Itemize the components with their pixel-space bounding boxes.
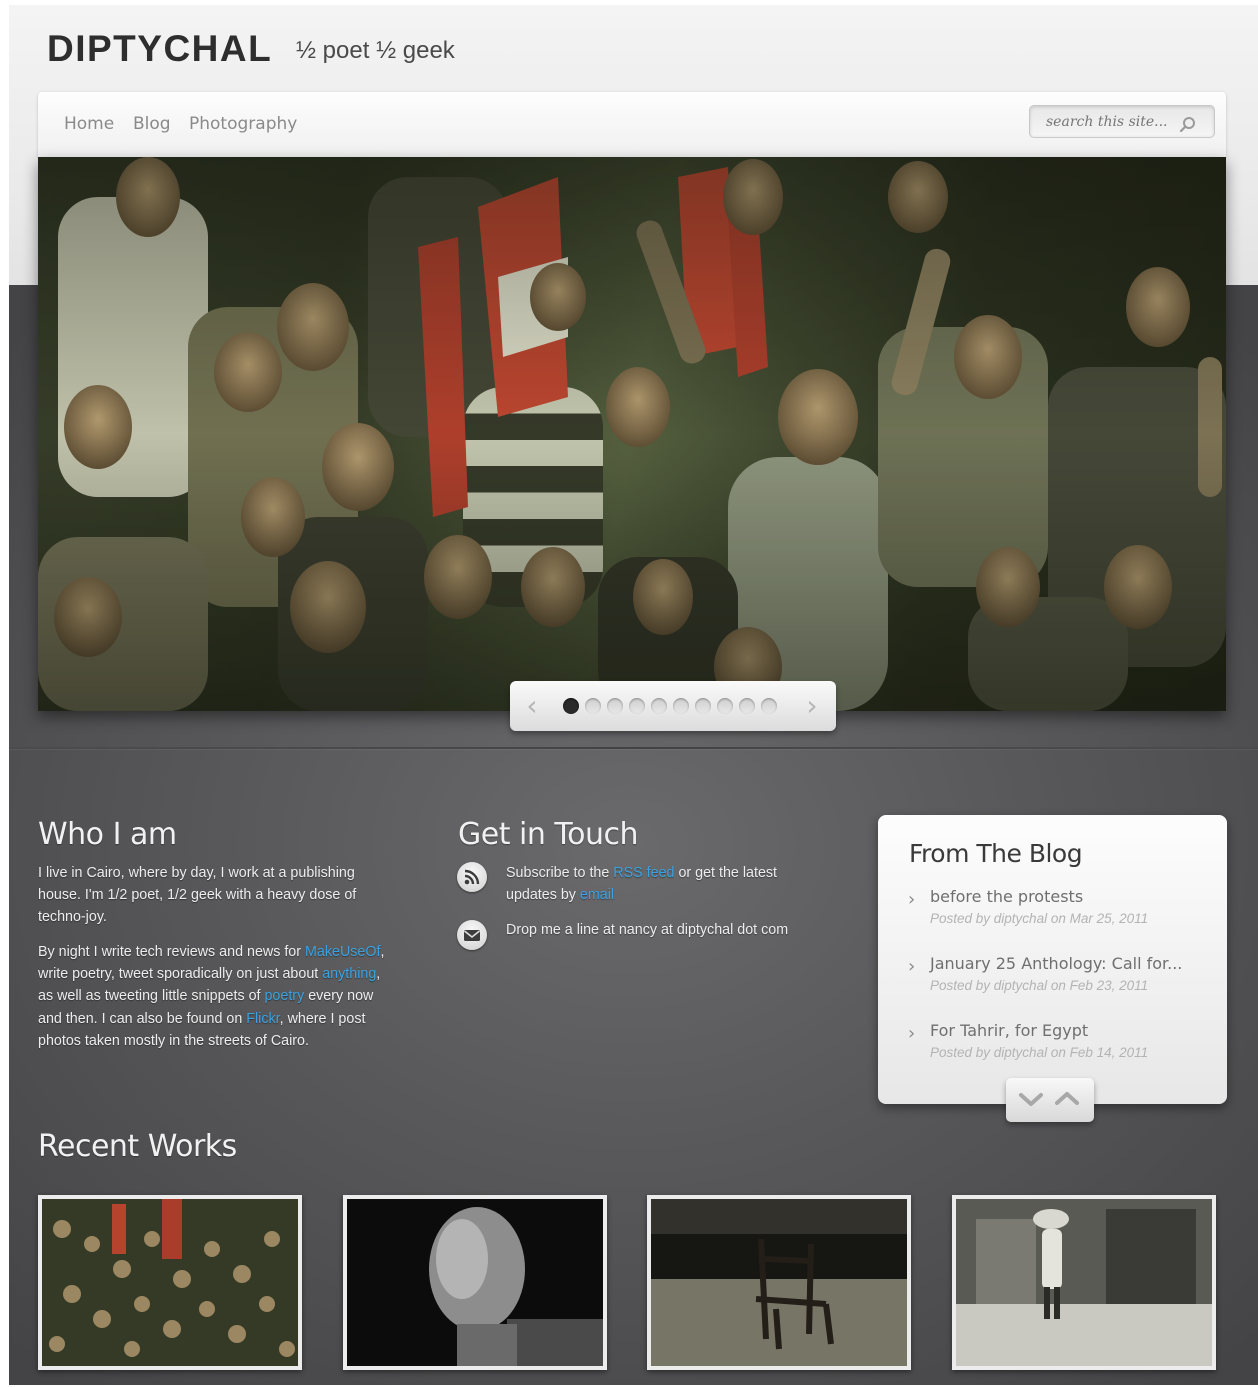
slider-dot[interactable] <box>563 698 579 714</box>
recent-work-thumb-chair[interactable] <box>647 1195 911 1370</box>
blog-item[interactable]: › before the protests Posted by diptycha… <box>908 887 1208 935</box>
recent-work-thumb-street[interactable] <box>952 1195 1216 1370</box>
site-logo[interactable]: DIPTYCHAL <box>47 27 272 71</box>
email-icon[interactable] <box>457 920 487 950</box>
crowd-photo-icon <box>42 1199 298 1366</box>
who-paragraph-2: By night I write tech reviews and news f… <box>38 941 388 1052</box>
blog-heading: From The Blog <box>909 839 1083 868</box>
slider-dot[interactable] <box>585 698 601 714</box>
blog-item-meta: Posted by diptychal on Mar 25, 2011 <box>930 911 1149 926</box>
who-heading: Who I am <box>38 817 177 852</box>
blog-item-meta: Posted by diptychal on Feb 14, 2011 <box>930 1045 1149 1060</box>
slider-dot[interactable] <box>629 698 645 714</box>
contact-heading: Get in Touch <box>458 817 639 852</box>
blog-item-title[interactable]: before the protests <box>930 887 1083 907</box>
page: DIPTYCHAL ½ poet ½ geek Home Blog Photog… <box>9 5 1258 1385</box>
slider-dot[interactable] <box>673 698 689 714</box>
who-paragraph-1: I live in Cairo, where by day, I work at… <box>38 865 357 926</box>
blog-pager <box>1006 1078 1094 1122</box>
slider-dot[interactable] <box>695 698 711 714</box>
site-tagline: ½ poet ½ geek <box>296 37 455 64</box>
chevron-up-icon[interactable] <box>1052 1087 1082 1111</box>
who-paragraph-2-link[interactable]: anything <box>322 966 376 982</box>
rss-subscribe-text: Subscribe to the RSS feed or get the lat… <box>506 862 796 906</box>
blog-card: From The Blog › before the protests Post… <box>878 815 1227 1122</box>
hero-divider <box>9 747 1258 749</box>
street-photo-icon <box>956 1199 1212 1366</box>
who-paragraph-2-link[interactable]: Flickr <box>246 1011 279 1027</box>
portrait-photo-icon <box>347 1199 603 1366</box>
nav-bar: Home Blog Photography <box>38 92 1226 157</box>
rss-link[interactable]: RSS feed <box>613 865 674 881</box>
chevron-right-icon: › <box>908 956 916 977</box>
recent-works-heading: Recent Works <box>38 1129 237 1164</box>
nav-item-photography[interactable]: Photography <box>189 114 297 134</box>
blog-item[interactable]: › For Tahrir, for Egypt Posted by diptyc… <box>908 1021 1208 1069</box>
who-paragraph-2-text: By night I write tech reviews and news f… <box>38 944 305 960</box>
chair-photo-icon <box>651 1199 907 1366</box>
slider-prev-chevron-left-icon[interactable]: ‹ <box>520 692 544 720</box>
who-paragraph-2-link[interactable]: poetry <box>264 988 304 1004</box>
slider-dot[interactable] <box>651 698 667 714</box>
rss-icon[interactable] <box>457 862 487 892</box>
slider-dot[interactable] <box>717 698 733 714</box>
nav-item-blog[interactable]: Blog <box>133 114 171 134</box>
slider-dot[interactable] <box>607 698 623 714</box>
chevron-right-icon: › <box>908 1023 916 1044</box>
chevron-down-icon[interactable] <box>1016 1087 1046 1111</box>
search-icon[interactable] <box>1177 114 1199 136</box>
who-paragraph-2-link[interactable]: MakeUseOf <box>305 944 380 960</box>
crowd-photo-illustration <box>38 157 1226 711</box>
blog-item-title[interactable]: January 25 Anthology: Call for... <box>930 954 1182 974</box>
slider-dot[interactable] <box>761 698 777 714</box>
chevron-right-icon: › <box>908 889 916 910</box>
rss-link[interactable]: email <box>580 887 614 903</box>
blog-item[interactable]: › January 25 Anthology: Call for... Post… <box>908 954 1208 1002</box>
blog-item-meta: Posted by diptychal on Feb 23, 2011 <box>930 978 1149 993</box>
recent-work-thumb-crowd[interactable] <box>38 1195 302 1370</box>
blog-item-title[interactable]: For Tahrir, for Egypt <box>930 1021 1088 1041</box>
rss-text: Subscribe to the <box>506 865 614 881</box>
recent-work-thumb-portrait[interactable] <box>343 1195 607 1370</box>
hero-slide-image[interactable] <box>38 157 1226 711</box>
slider-dot[interactable] <box>739 698 755 714</box>
email-contact-text: Drop me a line at nancy at diptychal dot… <box>506 922 789 938</box>
nav-item-home[interactable]: Home <box>64 114 114 134</box>
slider-next-chevron-right-icon[interactable]: › <box>800 692 824 720</box>
slider-controls: ‹ › <box>510 681 836 731</box>
